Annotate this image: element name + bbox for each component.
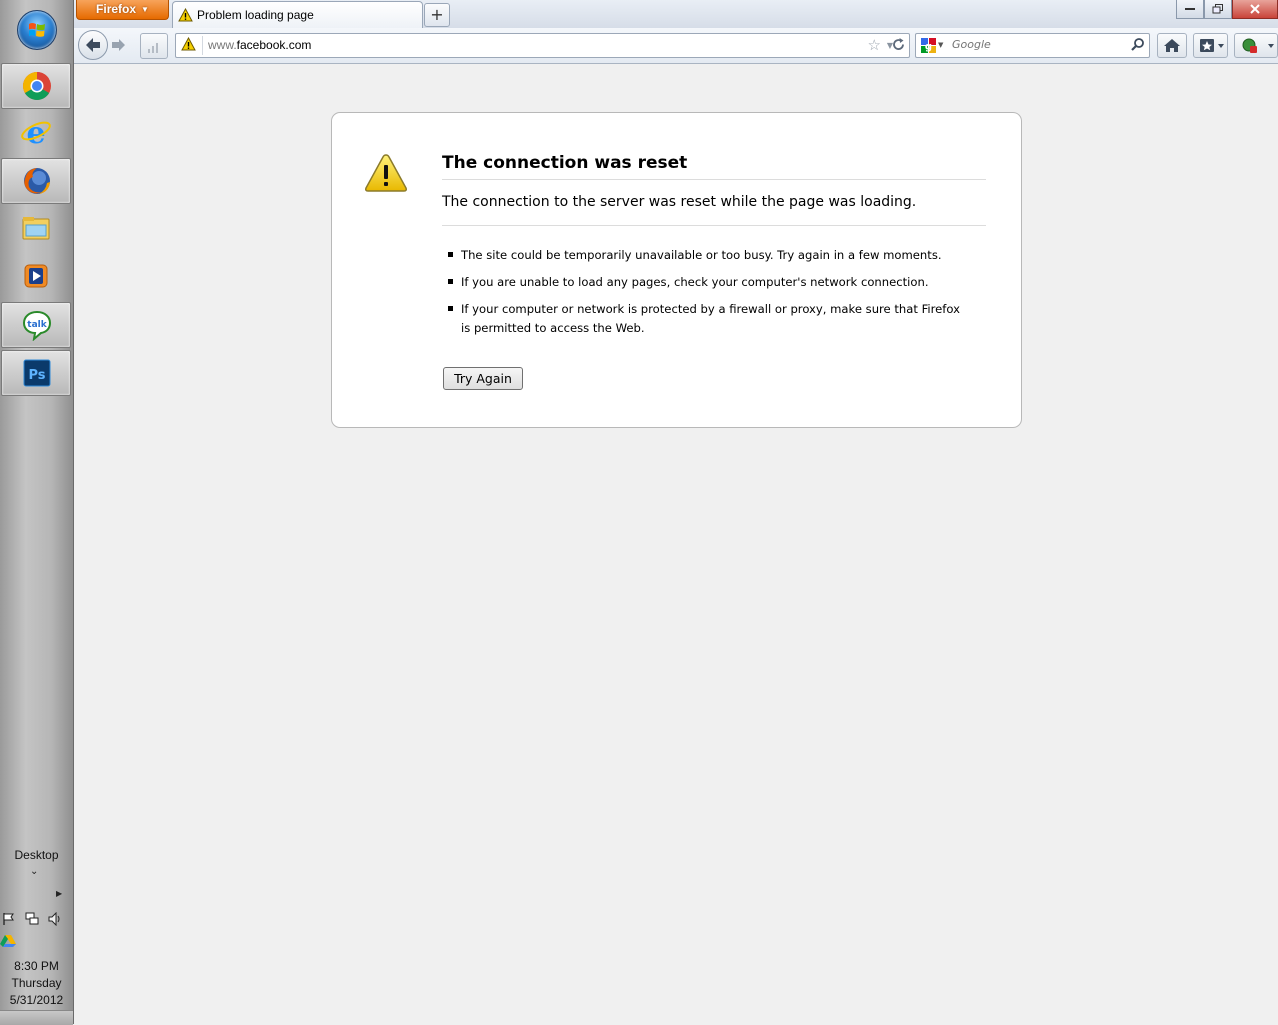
error-suggestions-list: The site could be temporarily unavailabl… bbox=[442, 246, 962, 346]
suggestion-item: If your computer or network is protected… bbox=[442, 300, 962, 338]
taskbar-ie-button[interactable]: e bbox=[1, 110, 71, 154]
internet-explorer-icon: e bbox=[21, 116, 51, 148]
address-bar-divider bbox=[202, 36, 203, 55]
page-content: The connection was reset The connection … bbox=[74, 64, 1278, 1024]
taskbar-clock[interactable]: 8:30 PM Thursday 5/31/2012 bbox=[0, 958, 73, 1009]
error-description: The connection to the server was reset w… bbox=[442, 194, 986, 226]
bookmarks-star-icon bbox=[1200, 39, 1224, 52]
firefox-menu-label: Firefox bbox=[96, 2, 137, 16]
firefox-window: Firefox ▼ Problem loading page + www.fac… bbox=[74, 0, 1278, 1024]
windows-start-orb[interactable] bbox=[17, 10, 57, 50]
taskbar-google-talk-button[interactable]: talk bbox=[1, 302, 71, 348]
search-icon[interactable] bbox=[1130, 37, 1145, 52]
desktop-toolbar-label[interactable]: Desktop bbox=[0, 848, 73, 862]
google-drive-icon[interactable] bbox=[0, 934, 16, 948]
signal-bars-icon bbox=[148, 43, 158, 53]
dropdown-arrow-icon: ▼ bbox=[141, 5, 149, 14]
clock-day: Thursday bbox=[11, 976, 62, 990]
search-input[interactable] bbox=[952, 38, 1102, 51]
forward-arrow-icon bbox=[112, 39, 125, 51]
firefox-icon bbox=[24, 168, 50, 194]
svg-text:Ps: Ps bbox=[28, 368, 45, 383]
tray-expand-icon[interactable]: ▶ bbox=[56, 889, 62, 898]
home-button[interactable] bbox=[1157, 33, 1187, 58]
taskbar-media-player-button[interactable] bbox=[1, 254, 71, 298]
back-arrow-icon bbox=[86, 38, 100, 52]
photoshop-icon: Ps bbox=[23, 359, 51, 387]
close-button[interactable] bbox=[1232, 0, 1278, 19]
media-player-icon bbox=[24, 264, 48, 288]
back-button[interactable] bbox=[78, 30, 108, 60]
url-prefix: www. bbox=[208, 38, 237, 52]
navigation-toolbar: www.facebook.com ☆ ▼ g ▼ bbox=[74, 28, 1278, 64]
svg-text:talk: talk bbox=[27, 320, 47, 330]
chrome-icon bbox=[23, 72, 51, 100]
taskbar-photoshop-button[interactable]: Ps bbox=[1, 350, 71, 396]
show-desktop-button[interactable] bbox=[0, 1010, 73, 1025]
bookmark-star-icon[interactable]: ☆ bbox=[868, 36, 881, 54]
try-again-button[interactable]: Try Again bbox=[443, 367, 523, 390]
clock-date: 5/31/2012 bbox=[9, 993, 64, 1007]
restore-button[interactable] bbox=[1204, 0, 1232, 19]
addon-toolbar-button[interactable] bbox=[1234, 33, 1278, 58]
new-tab-button[interactable]: + bbox=[424, 3, 450, 27]
taskbar-firefox-button[interactable] bbox=[1, 158, 71, 204]
addon-globe-icon bbox=[1242, 38, 1274, 53]
taskbar-explorer-button[interactable] bbox=[1, 206, 71, 250]
url-text[interactable]: www.facebook.com bbox=[208, 38, 311, 52]
action-center-flag-icon[interactable] bbox=[2, 912, 16, 926]
google-talk-icon: talk bbox=[22, 310, 52, 341]
volume-icon[interactable] bbox=[48, 912, 62, 926]
svg-text:e: e bbox=[26, 116, 45, 148]
large-warning-icon bbox=[365, 154, 407, 192]
minimize-icon bbox=[1185, 8, 1195, 10]
home-icon bbox=[1164, 39, 1180, 52]
taskbar-chrome-button[interactable] bbox=[1, 63, 71, 109]
restore-icon bbox=[1212, 4, 1223, 14]
tab-strip: Firefox ▼ Problem loading page + bbox=[74, 0, 1278, 28]
warning-icon bbox=[178, 8, 193, 22]
network-icon[interactable] bbox=[25, 912, 39, 926]
search-bar[interactable]: g ▼ bbox=[915, 33, 1150, 58]
suggestion-item: The site could be temporarily unavailabl… bbox=[442, 246, 962, 265]
url-domain: facebook.com bbox=[236, 38, 312, 52]
tab-title: Problem loading page bbox=[197, 8, 314, 22]
back-forward-group bbox=[78, 30, 132, 60]
svg-text:g: g bbox=[925, 42, 932, 53]
folder-icon bbox=[22, 217, 50, 240]
tab-problem-loading-page[interactable]: Problem loading page bbox=[172, 1, 423, 28]
address-bar[interactable]: www.facebook.com ☆ ▼ bbox=[175, 33, 910, 58]
error-page-container: The connection was reset The connection … bbox=[331, 112, 1022, 428]
error-title: The connection was reset bbox=[442, 153, 986, 180]
chevron-down-icon[interactable]: ⌄ bbox=[30, 866, 38, 877]
close-icon bbox=[1250, 4, 1260, 14]
background-window-ghost bbox=[459, 3, 689, 23]
suggestion-item: If you are unable to load any pages, che… bbox=[442, 273, 962, 292]
minimize-button[interactable] bbox=[1176, 0, 1204, 19]
windows-logo-icon bbox=[29, 23, 45, 37]
google-engine-icon[interactable]: g bbox=[921, 38, 936, 53]
bookmarks-menu-button[interactable] bbox=[1193, 33, 1228, 58]
site-identity-warning-icon[interactable] bbox=[181, 37, 196, 51]
clock-time: 8:30 PM bbox=[14, 959, 59, 973]
window-controls bbox=[1176, 0, 1278, 19]
reload-icon[interactable] bbox=[891, 37, 906, 52]
forward-button[interactable] bbox=[108, 36, 130, 54]
signal-toolbar-button[interactable] bbox=[140, 33, 168, 59]
windows-taskbar: e talk Ps Desktop ⌄ ▶ 8:30 PM Thursday 5… bbox=[0, 0, 74, 1025]
firefox-menu-button[interactable]: Firefox ▼ bbox=[76, 0, 169, 20]
search-engine-dropdown-icon[interactable]: ▼ bbox=[938, 41, 943, 49]
